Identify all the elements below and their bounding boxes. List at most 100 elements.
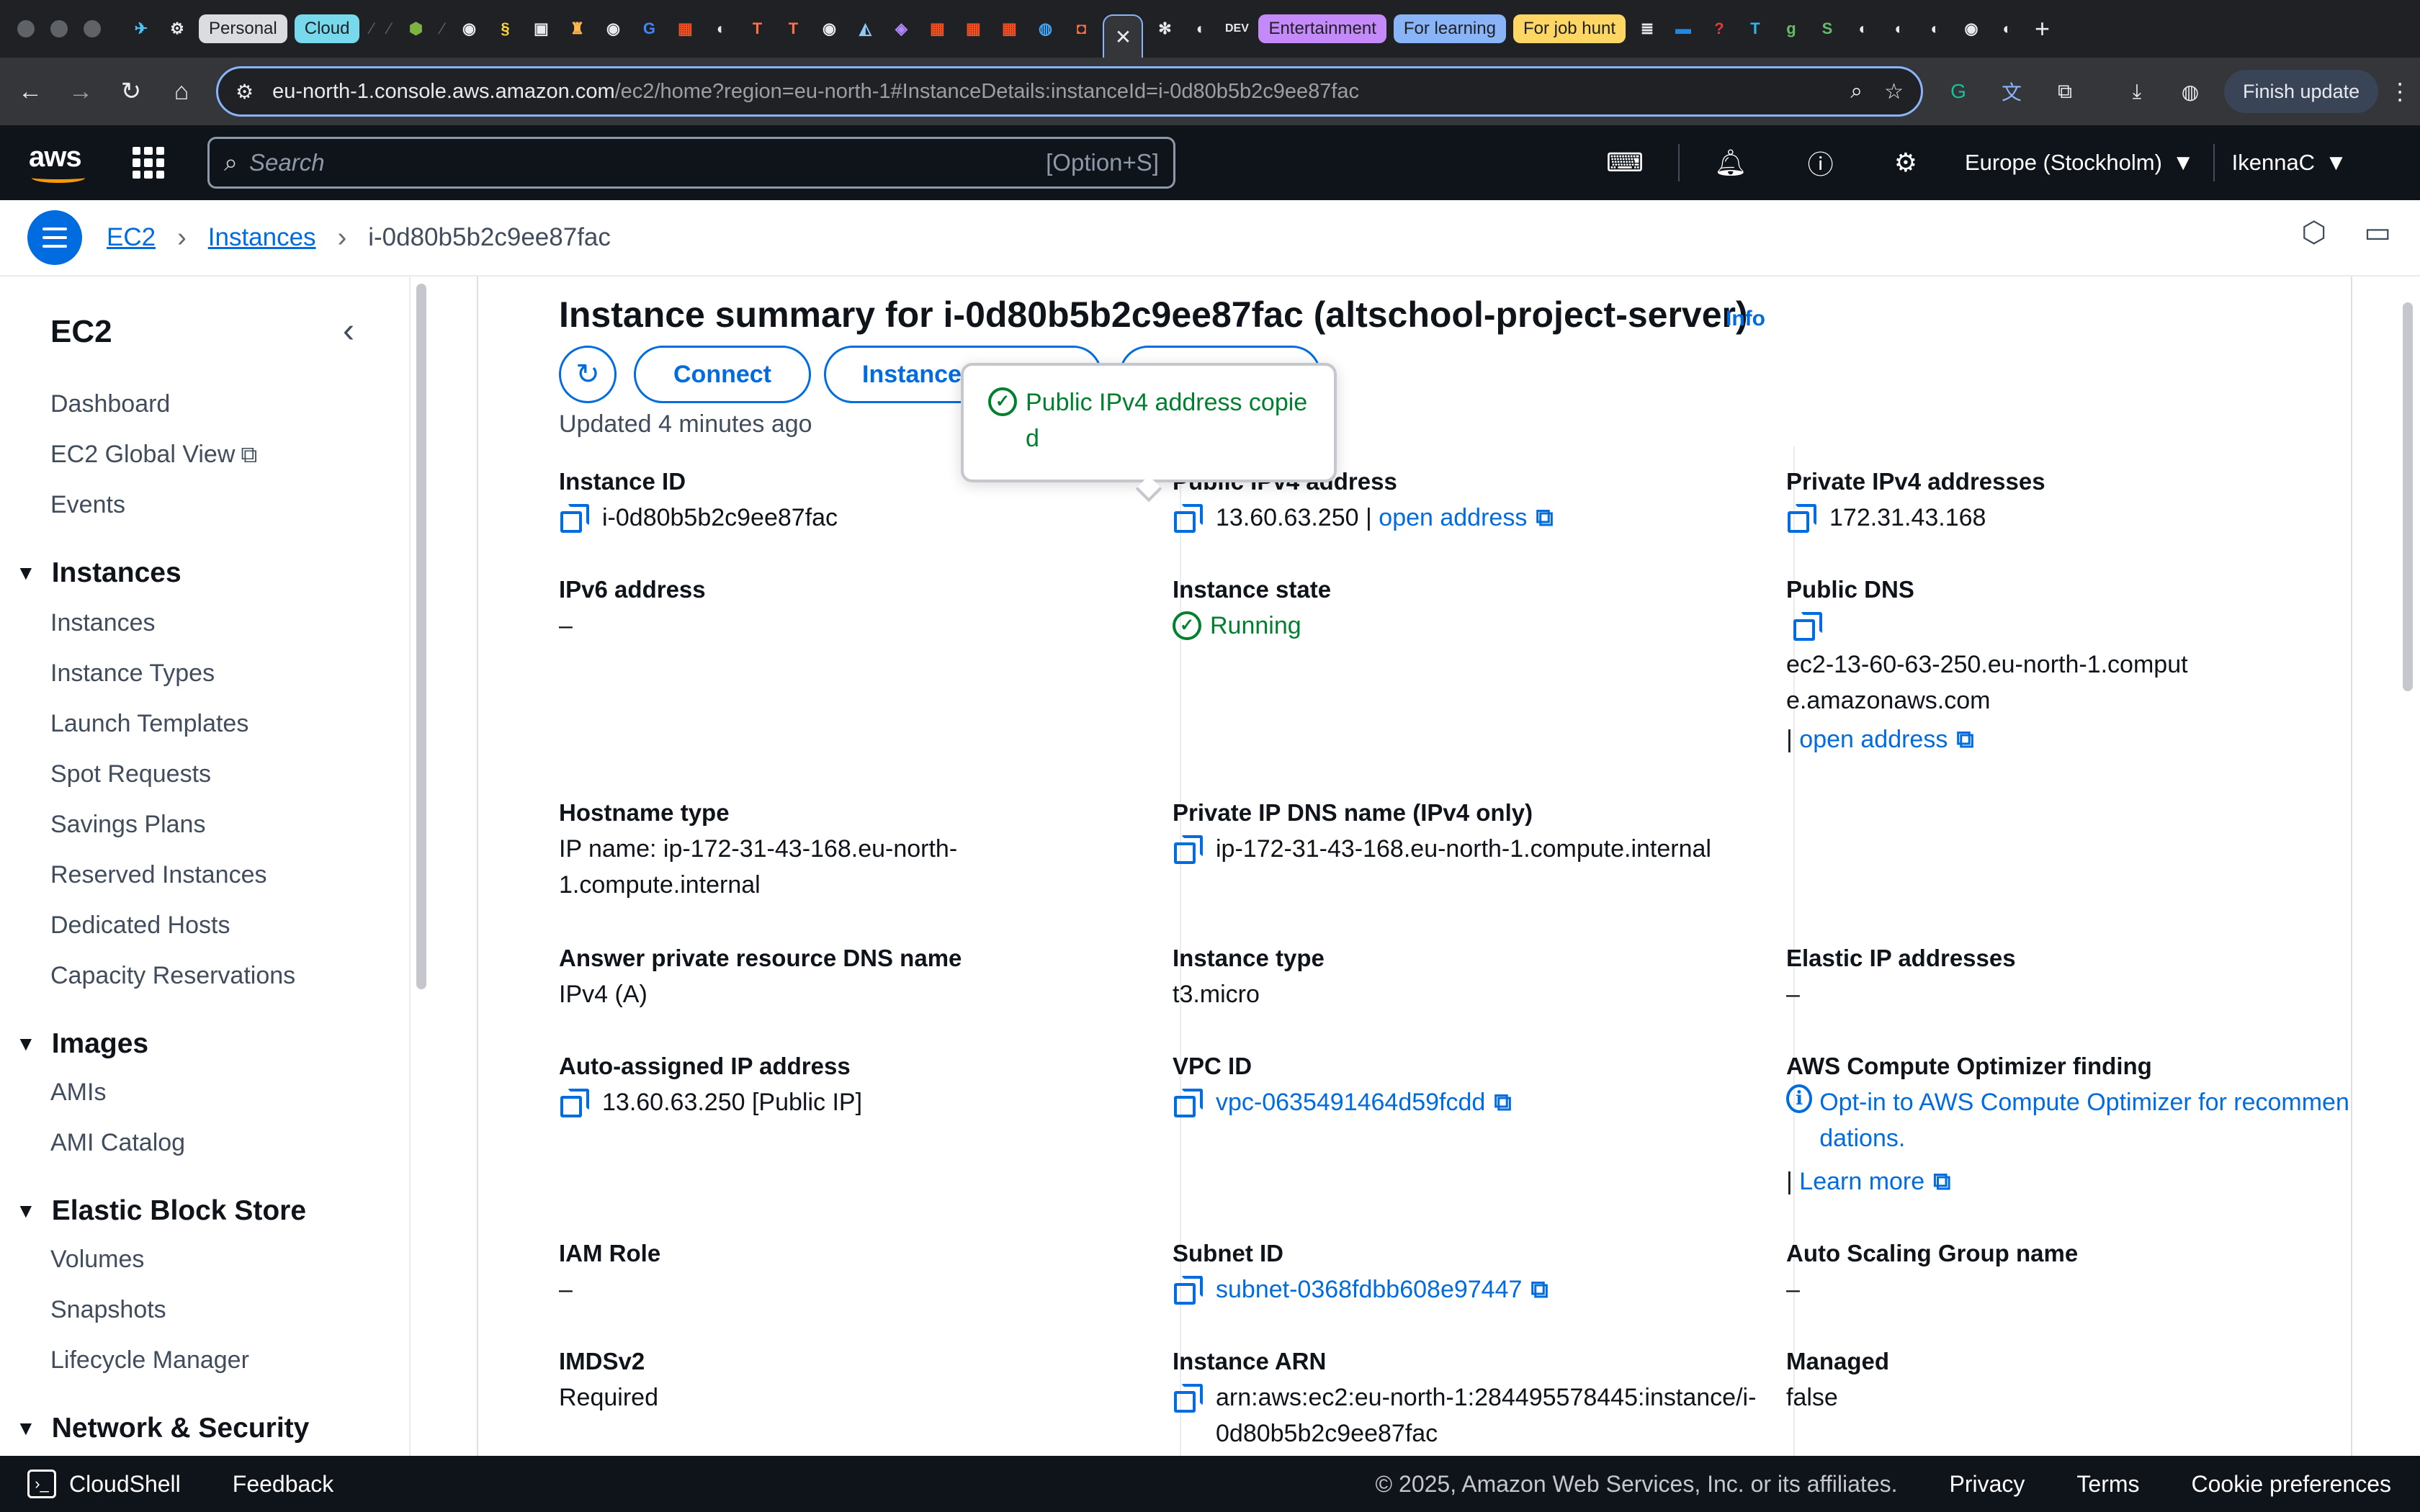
back-icon[interactable]: ← <box>10 71 50 112</box>
sidebar-item-ami-catalog[interactable]: AMI Catalog <box>50 1129 185 1157</box>
download-icon[interactable]: ⤓ <box>2119 73 2155 109</box>
menu-toggle-icon[interactable] <box>27 210 82 265</box>
browser-menu-icon[interactable]: ⋮ <box>2388 78 2411 105</box>
copy-icon[interactable] <box>1173 835 1203 864</box>
main-scrollbar[interactable] <box>2403 302 2413 691</box>
bottle-tab-icon[interactable]: ♜ <box>563 14 591 43</box>
section-network-security[interactable]: ▼ Network & Security <box>16 1413 309 1444</box>
openai-tab-icon[interactable]: ✻ <box>1150 14 1179 43</box>
open-address-link[interactable]: open address <box>1379 500 1527 536</box>
question-tab-icon[interactable]: ? <box>1705 14 1734 43</box>
database-tab-icon[interactable]: ≣ <box>1633 14 1662 43</box>
sidebar-item-lifecycle-manager[interactable]: Lifecycle Manager <box>50 1346 249 1374</box>
bluesky-tab-icon[interactable]: ✈ <box>127 14 156 43</box>
window-zoom-dot[interactable] <box>84 20 101 37</box>
node-tab-icon[interactable]: ⬢ <box>401 14 430 43</box>
sidebar-item-savings-plans[interactable]: Savings Plans <box>50 811 205 839</box>
grammarly-extension-icon[interactable]: G <box>1940 73 1976 109</box>
learn-more-link[interactable]: Learn more <box>1799 1164 1924 1200</box>
reload-icon[interactable]: ↻ <box>111 71 151 112</box>
feedback-link[interactable]: Feedback <box>233 1471 334 1498</box>
privacy-link[interactable]: Privacy <box>1950 1471 2025 1498</box>
open-address-link[interactable]: open address <box>1799 721 1948 757</box>
refresh-button[interactable]: ↻ <box>559 346 617 403</box>
settings-gear-icon[interactable]: ⚙ <box>1894 125 1917 200</box>
globe-tab-icon[interactable]: ◐ <box>1885 14 1914 43</box>
sidebar-item-snapshots[interactable]: Snapshots <box>50 1296 166 1324</box>
t-tab-icon[interactable]: T <box>1741 14 1770 43</box>
translate-extension-icon[interactable]: 文 <box>1994 73 2030 109</box>
github-tab-icon[interactable]: ◉ <box>815 14 843 43</box>
tab-group-for-job-hunt[interactable]: For job hunt <box>1512 14 1626 43</box>
cloudshell-button[interactable]: ›_ CloudShell <box>27 1470 181 1498</box>
account-menu[interactable]: IkennaC ▼ <box>2232 150 2347 176</box>
optimizer-opt-in-link[interactable]: Opt-in to AWS Compute Optimizer for reco… <box>1819 1084 2362 1156</box>
aws-logo[interactable]: aws <box>29 141 89 184</box>
region-selector[interactable]: Europe (Stockholm) ▼ <box>1965 150 2195 176</box>
info-link[interactable]: Info <box>1726 307 1765 331</box>
breadcrumb-instances[interactable]: Instances <box>208 223 316 252</box>
gear-tab-icon[interactable]: ⚙ <box>163 14 192 43</box>
services-grid-icon[interactable] <box>133 147 164 179</box>
g-tab-icon[interactable]: g <box>1777 14 1806 43</box>
dev-tab-icon[interactable]: DEV <box>1222 14 1251 43</box>
new-tab-icon[interactable]: + <box>2035 14 2050 44</box>
search-input[interactable]: ⌕ Search [Option+S] <box>207 137 1175 189</box>
shield-tab-icon[interactable]: ◈ <box>887 14 915 43</box>
subnet-id-link[interactable]: subnet-0368fdbb608e97447 <box>1216 1272 1522 1308</box>
tab-group-personal[interactable]: Personal <box>199 14 287 43</box>
sidenav-scrollbar[interactable] <box>416 284 426 989</box>
docs-tab-icon[interactable]: ◭ <box>851 14 879 43</box>
copy-icon[interactable] <box>1173 1276 1203 1305</box>
tab-group-for-learning[interactable]: For learning <box>1393 14 1506 43</box>
tab-group-cloud[interactable]: Cloud <box>294 14 360 43</box>
profile-avatar-icon[interactable]: ◍ <box>2172 73 2208 109</box>
cloudshell-icon[interactable]: ⌨ <box>1606 125 1644 200</box>
globe-tab-icon[interactable]: ◐ <box>1921 14 1950 43</box>
sidebar-item-volumes[interactable]: Volumes <box>50 1246 144 1274</box>
sidebar-item-instance-types[interactable]: Instance Types <box>50 660 215 688</box>
github-tab-icon[interactable]: ◉ <box>1957 14 1986 43</box>
help-icon[interactable]: ⓘ <box>1808 125 1834 200</box>
microsoft-tab-icon[interactable]: ▦ <box>959 14 987 43</box>
t-tab-icon[interactable]: T <box>779 14 807 43</box>
globe-tab-icon[interactable]: ◐ <box>707 14 735 43</box>
copy-icon[interactable] <box>1173 504 1203 533</box>
sidebar-item-launch-templates[interactable]: Launch Templates <box>50 710 248 738</box>
orange-tab-icon[interactable]: ◘ <box>1067 14 1095 43</box>
globe-tab-icon[interactable]: ◐ <box>1849 14 1878 43</box>
sidebar-item-amis[interactable]: AMIs <box>50 1079 106 1107</box>
hexagon-settings-icon[interactable]: ⬡ <box>2301 216 2326 249</box>
globe-tab-icon[interactable]: ◐ <box>1186 14 1215 43</box>
home-icon[interactable]: ⌂ <box>161 71 202 112</box>
window-minimize-dot[interactable] <box>50 20 68 37</box>
vpc-id-link[interactable]: vpc-0635491464d59fcdd <box>1216 1084 1485 1120</box>
sidebar-item-ec2-global-view[interactable]: EC2 Global View ⧉ <box>50 441 257 469</box>
github-tab-icon[interactable]: ◉ <box>599 14 627 43</box>
window-close-dot[interactable] <box>17 20 35 37</box>
breadcrumb-ec2[interactable]: EC2 <box>107 223 156 252</box>
close-tab-icon[interactable]: ✕ <box>1115 25 1131 49</box>
section-elastic-block-store[interactable]: ▼ Elastic Block Store <box>16 1195 306 1227</box>
s-tab-icon[interactable]: S <box>1813 14 1842 43</box>
sidebar-item-dashboard[interactable]: Dashboard <box>50 390 170 418</box>
copy-icon[interactable] <box>559 504 589 533</box>
t-tab-icon[interactable]: T <box>743 14 771 43</box>
active-tab[interactable]: ✕ <box>1103 14 1144 58</box>
python-tab-icon[interactable]: § <box>490 14 519 43</box>
sidebar-item-events[interactable]: Events <box>50 491 125 519</box>
section-images[interactable]: ▼ Images <box>16 1028 148 1060</box>
sidebar-item-instances[interactable]: Instances <box>50 609 156 637</box>
extensions-puzzle-icon[interactable]: ⧉ <box>2047 73 2083 109</box>
edge-tab-icon[interactable]: ◍ <box>1031 14 1059 43</box>
microsoft-tab-icon[interactable]: ▦ <box>671 14 699 43</box>
google-tab-icon[interactable]: G <box>635 14 663 43</box>
copy-icon[interactable] <box>1173 1089 1203 1117</box>
microsoft-tab-icon[interactable]: ▦ <box>923 14 951 43</box>
sidebar-item-capacity-reservations[interactable]: Capacity Reservations <box>50 962 295 990</box>
section-instances[interactable]: ▼ Instances <box>16 557 182 589</box>
sidebar-item-reserved-instances[interactable]: Reserved Instances <box>50 861 267 889</box>
card-tab-icon[interactable]: ▬ <box>1669 14 1698 43</box>
collapse-chevron-icon[interactable]: ‹ <box>343 311 354 351</box>
site-settings-icon[interactable]: ⚙ <box>236 80 254 104</box>
